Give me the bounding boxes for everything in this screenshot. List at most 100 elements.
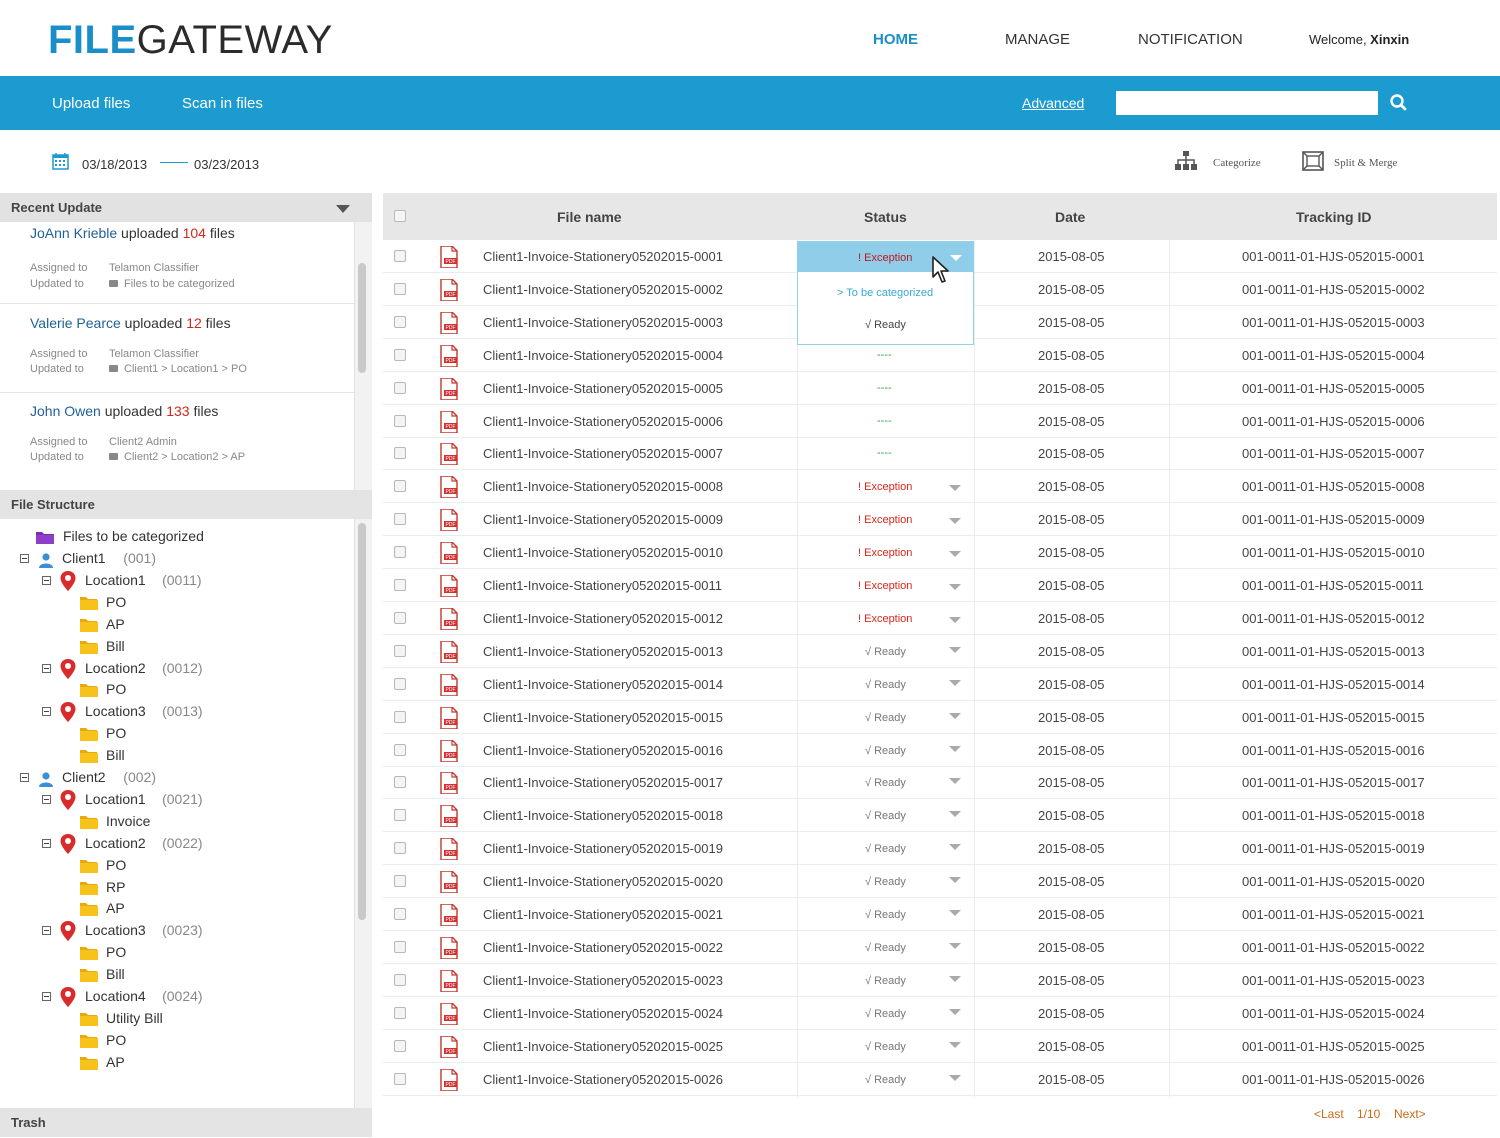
table-row[interactable]: PDF Client1-Invoice-Stationery05202015-00… bbox=[383, 536, 1497, 569]
row-checkbox[interactable] bbox=[394, 908, 406, 920]
nav-notification[interactable]: NOTIFICATION bbox=[1138, 31, 1243, 48]
table-row[interactable]: PDF Client1-Invoice-Stationery05202015-00… bbox=[383, 569, 1497, 602]
option-ready[interactable]: √ Ready bbox=[865, 319, 906, 331]
status-cell[interactable]: √ Ready bbox=[865, 942, 906, 954]
table-row[interactable]: PDF Client1-Invoice-Stationery05202015-00… bbox=[383, 405, 1497, 438]
status-caret-icon[interactable] bbox=[949, 713, 961, 719]
status-cell[interactable]: √ Ready bbox=[865, 876, 906, 888]
collapse-toggle-icon[interactable] bbox=[42, 576, 51, 585]
table-row[interactable]: PDF Client1-Invoice-Stationery05202015-00… bbox=[383, 602, 1497, 635]
file-name-cell[interactable]: Client1-Invoice-Stationery05202015-0009 bbox=[483, 512, 723, 527]
file-name-cell[interactable]: Client1-Invoice-Stationery05202015-0008 bbox=[483, 479, 723, 494]
file-name-cell[interactable]: Client1-Invoice-Stationery05202015-0002 bbox=[483, 282, 723, 297]
status-caret-icon[interactable] bbox=[949, 485, 961, 491]
scan-files-button[interactable]: Scan in files bbox=[182, 95, 263, 112]
table-row[interactable]: PDF Client1-Invoice-Stationery05202015-00… bbox=[383, 832, 1497, 865]
app-logo[interactable]: FILEGATEWAY bbox=[48, 18, 333, 63]
file-structure-header[interactable]: File Structure bbox=[0, 490, 372, 519]
file-name-cell[interactable]: Client1-Invoice-Stationery05202015-0013 bbox=[483, 644, 723, 659]
calendar-icon[interactable] bbox=[52, 153, 69, 175]
status-cell[interactable]: √ Ready bbox=[865, 679, 906, 691]
nav-home[interactable]: HOME bbox=[873, 31, 918, 48]
col-tracking-id[interactable]: Tracking ID bbox=[1296, 209, 1371, 225]
status-caret-icon[interactable] bbox=[949, 1042, 961, 1048]
file-name-cell[interactable]: Client1-Invoice-Stationery05202015-0021 bbox=[483, 907, 723, 922]
row-checkbox[interactable] bbox=[394, 776, 406, 788]
table-row[interactable]: PDF Client1-Invoice-Stationery05202015-00… bbox=[383, 997, 1497, 1030]
nav-manage[interactable]: MANAGE bbox=[1005, 31, 1070, 48]
table-row[interactable]: PDF Client1-Invoice-Stationery05202015-00… bbox=[383, 635, 1497, 668]
status-caret-icon[interactable] bbox=[949, 584, 961, 590]
status-cell[interactable]: √ Ready bbox=[865, 712, 906, 724]
status-caret-icon[interactable] bbox=[949, 778, 961, 784]
row-checkbox[interactable] bbox=[394, 349, 406, 361]
row-checkbox[interactable] bbox=[394, 480, 406, 492]
status-cell[interactable]: √ Ready bbox=[865, 975, 906, 987]
row-checkbox[interactable] bbox=[394, 744, 406, 756]
file-name-cell[interactable]: Client1-Invoice-Stationery05202015-0025 bbox=[483, 1039, 723, 1054]
row-checkbox[interactable] bbox=[394, 513, 406, 525]
collapse-toggle-icon[interactable] bbox=[20, 554, 29, 563]
table-row[interactable]: PDF Client1-Invoice-Stationery05202015-00… bbox=[383, 931, 1497, 964]
table-row[interactable]: PDF Client1-Invoice-Stationery05202015-00… bbox=[383, 734, 1497, 767]
status-cell[interactable]: √ Ready bbox=[865, 909, 906, 921]
status-caret-icon[interactable] bbox=[949, 518, 961, 524]
file-name-cell[interactable]: Client1-Invoice-Stationery05202015-0015 bbox=[483, 710, 723, 725]
collapse-toggle-icon[interactable] bbox=[20, 773, 29, 782]
row-checkbox[interactable] bbox=[394, 1073, 406, 1085]
status-caret-icon[interactable] bbox=[949, 943, 961, 949]
categorize-button[interactable]: Categorize bbox=[1213, 157, 1261, 169]
table-row[interactable]: PDF Client1-Invoice-Stationery05202015-00… bbox=[383, 964, 1497, 997]
row-checkbox[interactable] bbox=[394, 941, 406, 953]
file-name-cell[interactable]: Client1-Invoice-Stationery05202015-0010 bbox=[483, 545, 723, 560]
file-name-cell[interactable]: Client1-Invoice-Stationery05202015-0023 bbox=[483, 973, 723, 988]
table-row[interactable]: PDF Client1-Invoice-Stationery05202015-00… bbox=[383, 799, 1497, 832]
table-row[interactable]: PDF Client1-Invoice-Stationery05202015-00… bbox=[383, 1063, 1497, 1096]
row-checkbox[interactable] bbox=[394, 875, 406, 887]
status-cell[interactable]: √ Ready bbox=[865, 810, 906, 822]
file-name-cell[interactable]: Client1-Invoice-Stationery05202015-0012 bbox=[483, 611, 723, 626]
tree-scroll-thumb[interactable] bbox=[358, 523, 366, 920]
table-row[interactable]: PDF Client1-Invoice-Stationery05202015-00… bbox=[383, 437, 1497, 470]
table-row[interactable]: PDF Client1-Invoice-Stationery05202015-00… bbox=[383, 1030, 1497, 1063]
option-to-be-categorized[interactable]: > To be categorized bbox=[837, 287, 933, 299]
status-caret-icon[interactable] bbox=[949, 746, 961, 752]
status-caret-icon[interactable] bbox=[949, 976, 961, 982]
status-cell[interactable]: ---- bbox=[877, 382, 892, 394]
status-caret-icon[interactable] bbox=[949, 1075, 961, 1081]
collapse-toggle-icon[interactable] bbox=[42, 839, 51, 848]
status-cell[interactable]: √ Ready bbox=[865, 1041, 906, 1053]
table-row[interactable]: PDF Client1-Invoice-Stationery05202015-00… bbox=[383, 898, 1497, 931]
collapse-toggle-icon[interactable] bbox=[42, 707, 51, 716]
collapse-toggle-icon[interactable] bbox=[42, 664, 51, 673]
file-name-cell[interactable]: Client1-Invoice-Stationery05202015-0014 bbox=[483, 677, 723, 692]
row-checkbox[interactable] bbox=[394, 546, 406, 558]
row-checkbox[interactable] bbox=[394, 382, 406, 394]
table-row[interactable]: PDF Client1-Invoice-Stationery05202015-00… bbox=[383, 865, 1497, 898]
table-row[interactable]: PDF Client1-Invoice-Stationery05202015-00… bbox=[383, 766, 1497, 799]
status-cell[interactable]: √ Ready bbox=[865, 777, 906, 789]
select-all-checkbox[interactable] bbox=[394, 210, 406, 222]
file-name-cell[interactable]: Client1-Invoice-Stationery05202015-0004 bbox=[483, 348, 723, 363]
upload-files-button[interactable]: Upload files bbox=[52, 95, 130, 112]
status-cell[interactable]: √ Ready bbox=[865, 745, 906, 757]
table-row[interactable]: PDF Client1-Invoice-Stationery05202015-00… bbox=[383, 701, 1497, 734]
file-name-cell[interactable]: Client1-Invoice-Stationery05202015-0003 bbox=[483, 315, 723, 330]
status-caret-icon[interactable] bbox=[949, 910, 961, 916]
file-name-cell[interactable]: Client1-Invoice-Stationery05202015-0022 bbox=[483, 940, 723, 955]
row-checkbox[interactable] bbox=[394, 1040, 406, 1052]
trash-header[interactable]: Trash bbox=[0, 1108, 372, 1137]
row-checkbox[interactable] bbox=[394, 579, 406, 591]
status-caret-icon[interactable] bbox=[949, 551, 961, 557]
row-checkbox[interactable] bbox=[394, 842, 406, 854]
status-cell[interactable]: √ Ready bbox=[865, 646, 906, 658]
search-input[interactable] bbox=[1116, 91, 1378, 115]
collapse-toggle-icon[interactable] bbox=[42, 992, 51, 1001]
table-row[interactable]: PDF Client1-Invoice-Stationery05202015-00… bbox=[383, 503, 1497, 536]
status-cell[interactable]: ---- bbox=[877, 447, 892, 459]
row-checkbox[interactable] bbox=[394, 809, 406, 821]
status-cell[interactable]: ! Exception bbox=[858, 613, 912, 625]
file-name-cell[interactable]: Client1-Invoice-Stationery05202015-0020 bbox=[483, 874, 723, 889]
date-to[interactable]: 03/23/2013 bbox=[194, 157, 259, 172]
status-cell[interactable]: √ Ready bbox=[865, 843, 906, 855]
